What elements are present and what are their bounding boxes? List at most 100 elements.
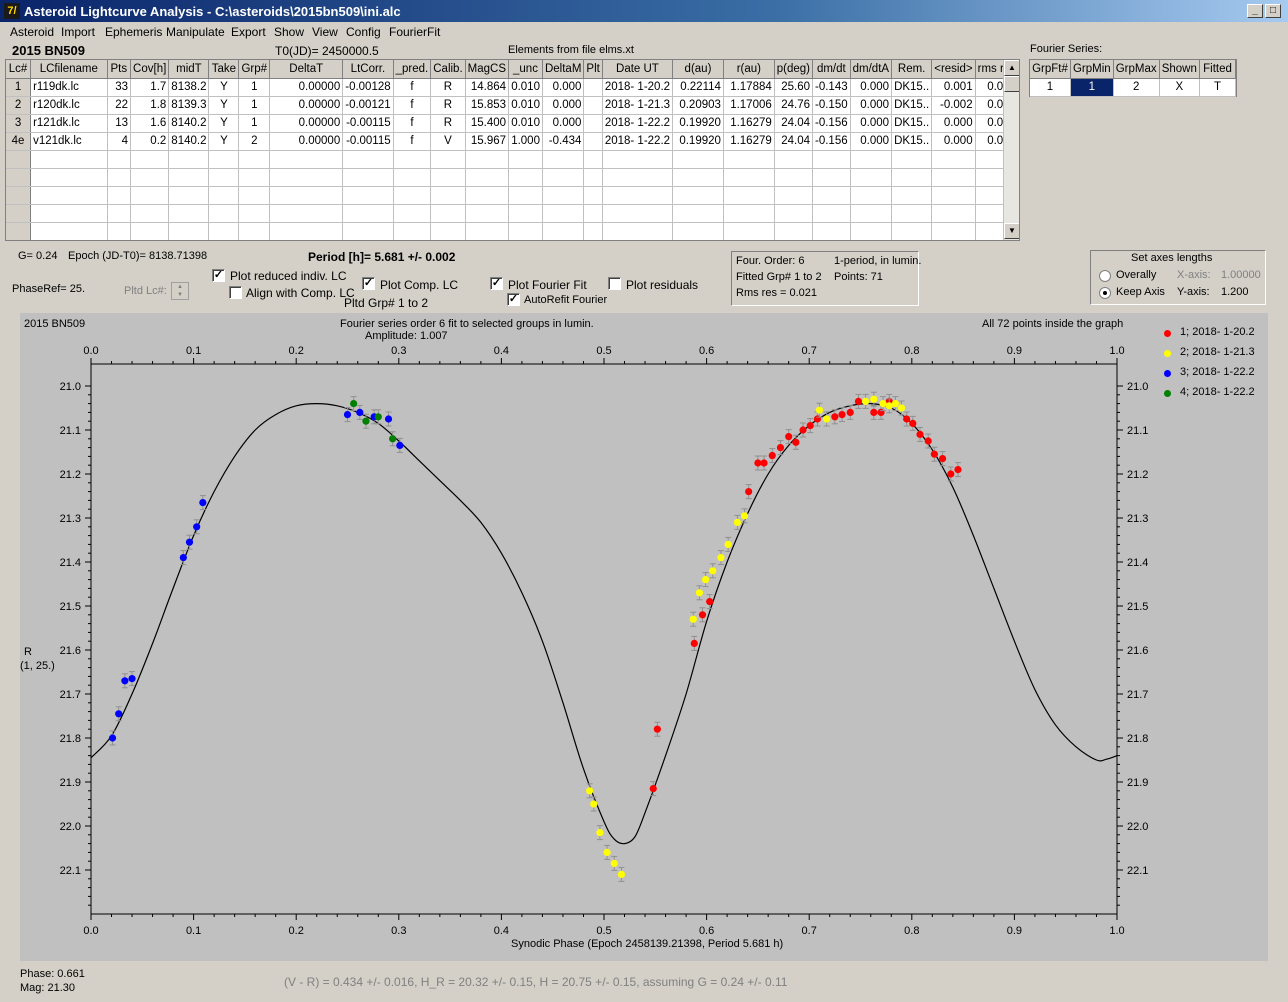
table-cell[interactable]: 0.000: [931, 114, 976, 133]
table-cell[interactable]: [238, 222, 271, 240]
menu-import[interactable]: Import: [61, 25, 95, 39]
column-header[interactable]: MagCS: [465, 60, 510, 79]
table-cell[interactable]: -0.150: [812, 96, 851, 115]
table-cell[interactable]: [812, 150, 851, 169]
column-header[interactable]: LtCorr.: [342, 60, 394, 79]
table-cell[interactable]: [542, 186, 585, 205]
table-cell[interactable]: 0.19920: [672, 132, 724, 151]
fourier-cell[interactable]: T: [1199, 78, 1237, 97]
table-cell[interactable]: DK15..: [891, 96, 933, 115]
table-cell[interactable]: [812, 186, 851, 205]
table-cell[interactable]: 0.00000: [269, 132, 344, 151]
table-cell[interactable]: 22: [107, 96, 132, 115]
table-cell[interactable]: [393, 168, 432, 187]
table-cell[interactable]: [602, 222, 674, 240]
table-cell[interactable]: [508, 204, 543, 223]
table-cell[interactable]: 15.400: [465, 114, 510, 133]
table-cell[interactable]: 1: [238, 78, 271, 97]
table-cell[interactable]: DK15..: [891, 78, 933, 97]
menu-asteroid[interactable]: Asteroid: [10, 25, 54, 39]
table-cell[interactable]: [774, 222, 814, 240]
table-cell[interactable]: [168, 168, 210, 187]
menu-fourierfit[interactable]: FourierFit: [389, 25, 440, 39]
table-cell[interactable]: [542, 222, 585, 240]
table-cell[interactable]: 2018- 1-21.3: [602, 96, 674, 115]
table-cell[interactable]: Y: [208, 132, 240, 151]
table-cell[interactable]: [850, 222, 893, 240]
table-cell[interactable]: [107, 168, 132, 187]
table-cell[interactable]: [208, 222, 240, 240]
table-cell[interactable]: 24.76: [774, 96, 814, 115]
plot-comp-checkbox[interactable]: ✓: [362, 277, 375, 290]
x-axis-value[interactable]: 1.00000: [1221, 269, 1261, 281]
table-cell[interactable]: -0.00128: [342, 78, 394, 97]
table-cell[interactable]: [723, 222, 775, 240]
plot-residuals-checkbox[interactable]: [608, 277, 621, 290]
menu-config[interactable]: Config: [346, 25, 381, 39]
fourier-column-header[interactable]: Shown: [1159, 60, 1200, 79]
align-comp-checkbox[interactable]: [229, 286, 242, 299]
table-cell[interactable]: 0.000: [850, 114, 893, 133]
table-scrollbar[interactable]: ▲ ▼: [1003, 60, 1019, 240]
table-cell[interactable]: r119dk.lc: [30, 78, 108, 97]
fourier-table-row[interactable]: 112XT: [1030, 78, 1237, 97]
table-cell[interactable]: -0.143: [812, 78, 851, 97]
table-cell[interactable]: Y: [208, 114, 240, 133]
table-cell[interactable]: [130, 150, 170, 169]
table-row[interactable]: [6, 150, 1019, 169]
column-header[interactable]: LCfilename: [30, 60, 108, 79]
table-cell[interactable]: [723, 168, 775, 187]
scroll-up-icon[interactable]: ▲: [1004, 60, 1019, 76]
table-cell[interactable]: [931, 150, 976, 169]
keep-axis-radio[interactable]: [1099, 287, 1111, 299]
table-cell[interactable]: [583, 114, 603, 133]
table-cell[interactable]: [672, 186, 724, 205]
table-cell[interactable]: [208, 150, 240, 169]
column-header[interactable]: Plt: [583, 60, 603, 79]
table-cell[interactable]: 8138.2: [168, 78, 210, 97]
column-header[interactable]: _unc: [508, 60, 543, 79]
table-cell[interactable]: [107, 150, 132, 169]
column-header[interactable]: DeltaT: [269, 60, 344, 79]
table-cell[interactable]: [723, 150, 775, 169]
table-cell[interactable]: 14.864: [465, 78, 510, 97]
table-cell[interactable]: [672, 222, 724, 240]
table-cell[interactable]: [465, 222, 510, 240]
table-cell[interactable]: [168, 204, 210, 223]
table-cell[interactable]: [931, 204, 976, 223]
table-cell[interactable]: [342, 150, 394, 169]
table-cell[interactable]: -0.156: [812, 114, 851, 133]
table-cell[interactable]: -0.434: [542, 132, 585, 151]
table-cell[interactable]: 0.000: [850, 132, 893, 151]
table-cell[interactable]: 24.04: [774, 114, 814, 133]
table-cell[interactable]: [812, 204, 851, 223]
row-header[interactable]: [6, 168, 32, 187]
column-header[interactable]: Lc#: [6, 60, 32, 79]
column-header[interactable]: <resid>: [931, 60, 976, 79]
table-cell[interactable]: [891, 204, 933, 223]
table-cell[interactable]: [812, 168, 851, 187]
table-cell[interactable]: [583, 78, 603, 97]
row-header[interactable]: [6, 150, 32, 169]
column-header[interactable]: Take: [208, 60, 240, 79]
column-header[interactable]: dm/dtA: [850, 60, 893, 79]
maximize-button[interactable]: □: [1265, 4, 1281, 18]
table-cell[interactable]: [672, 150, 724, 169]
column-header[interactable]: Cov[h]: [130, 60, 170, 79]
table-cell[interactable]: 33: [107, 78, 132, 97]
table-cell[interactable]: [891, 186, 933, 205]
table-cell[interactable]: 1.16279: [723, 114, 775, 133]
table-row[interactable]: [6, 222, 1019, 240]
table-cell[interactable]: [430, 168, 466, 187]
table-cell[interactable]: [583, 186, 603, 205]
table-cell[interactable]: f: [393, 114, 432, 133]
table-cell[interactable]: r121dk.lc: [30, 114, 108, 133]
table-cell[interactable]: 0.20903: [672, 96, 724, 115]
table-cell[interactable]: f: [393, 78, 432, 97]
table-cell[interactable]: 1.17884: [723, 78, 775, 97]
table-cell[interactable]: [465, 150, 510, 169]
autorefit-checkbox[interactable]: ✓: [507, 293, 520, 306]
table-cell[interactable]: 1.6: [130, 114, 170, 133]
table-cell[interactable]: -0.00121: [342, 96, 394, 115]
fourier-column-header[interactable]: GrpMin: [1070, 60, 1114, 79]
